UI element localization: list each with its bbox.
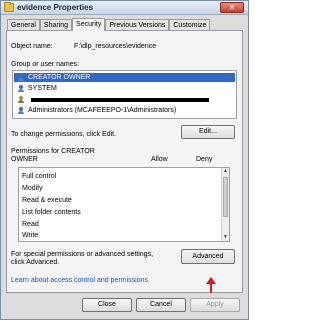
- close-window-button[interactable]: ✕: [220, 2, 244, 13]
- scroll-thumb[interactable]: [223, 177, 228, 217]
- user-item-label: SYSTEM: [28, 85, 57, 92]
- tab-security[interactable]: Security: [72, 18, 106, 31]
- special-permissions-text-line2: click Advanced.: [11, 259, 60, 266]
- permissions-header-line2: OWNER: [11, 156, 38, 163]
- folder-icon: [4, 2, 14, 12]
- red-arrow-annotation-icon: [206, 277, 216, 293]
- learn-access-control-link[interactable]: Learn about access control and permissio…: [11, 277, 148, 284]
- close-button[interactable]: Close: [82, 298, 132, 312]
- user-icon: [17, 96, 25, 103]
- user-group-icon: [17, 74, 25, 81]
- permissions-scrollbar[interactable]: ▲ ▼: [221, 168, 229, 241]
- permission-modify: Modify: [22, 185, 43, 192]
- scroll-up-arrow-icon[interactable]: ▲: [222, 168, 229, 175]
- user-group-icon: [17, 107, 25, 114]
- change-permissions-text: To change permissions, click Edit.: [11, 131, 117, 138]
- user-item-label: CREATOR OWNER: [28, 74, 91, 81]
- apply-button[interactable]: Apply: [190, 298, 240, 312]
- user-item-redacted[interactable]: [14, 95, 235, 104]
- object-name-label: Object name:: [11, 43, 53, 50]
- cancel-button[interactable]: Cancel: [136, 298, 186, 312]
- users-listbox[interactable]: CREATOR OWNER SYSTEM Administrators (MCA…: [12, 70, 237, 119]
- edit-button[interactable]: Edit...: [181, 125, 235, 139]
- scroll-down-arrow-icon[interactable]: ▼: [222, 234, 229, 241]
- deny-column-header: Deny: [196, 156, 213, 163]
- object-name-row: Object name: F:\dlp_resources\evidence: [11, 43, 156, 50]
- user-item-system[interactable]: SYSTEM: [14, 84, 235, 93]
- user-group-icon: [17, 85, 25, 92]
- permissions-listbox[interactable]: Full control Modify Read & execute List …: [18, 167, 230, 242]
- special-permissions-text-line1: For special permissions or advanced sett…: [11, 251, 154, 258]
- advanced-button[interactable]: Advanced: [181, 249, 235, 264]
- user-item-administrators[interactable]: Administrators (MCAFEEEPO-1\Administrato…: [14, 106, 235, 115]
- user-item-creator-owner[interactable]: CREATOR OWNER: [14, 73, 235, 82]
- allow-column-header: Allow: [151, 156, 168, 163]
- permission-write: Write: [22, 232, 39, 239]
- permission-read-execute: Read & execute: [22, 197, 72, 204]
- permissions-header-line1: Permissions for CREATOR: [11, 148, 95, 155]
- permission-list-folder: List folder contents: [22, 209, 81, 216]
- group-users-label: Group or user names:: [11, 61, 80, 68]
- window-title: evidence Properties: [17, 3, 94, 12]
- title-bar[interactable]: evidence Properties ✕: [1, 1, 248, 15]
- permission-read: Read: [22, 221, 39, 228]
- redaction-bar: [31, 98, 209, 102]
- properties-window: evidence Properties ✕ General Sharing Se…: [0, 0, 249, 320]
- permission-full-control: Full control: [22, 173, 57, 180]
- object-name-value: F:\dlp_resources\evidence: [74, 43, 157, 50]
- user-item-label: Administrators (MCAFEEEPO-1\Administrato…: [28, 107, 177, 114]
